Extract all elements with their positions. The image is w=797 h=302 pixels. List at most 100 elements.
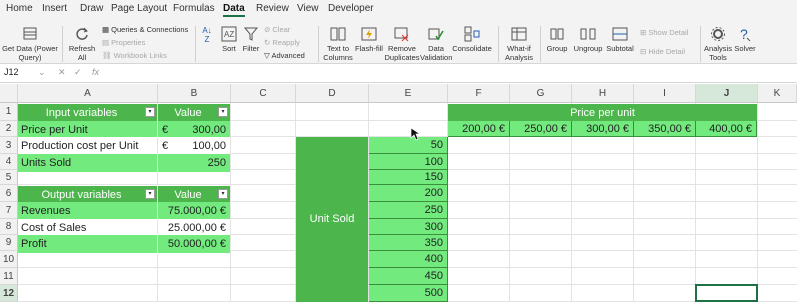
price-per-unit-header[interactable]: Price per unit — [448, 104, 757, 122]
name-box-dropdown-icon[interactable]: ⌄ — [38, 67, 46, 78]
row-header-1[interactable]: 1 — [0, 103, 18, 121]
properties-button[interactable]: ▤ Properties — [102, 38, 145, 47]
input-variables-header[interactable]: Input variables — [18, 104, 157, 122]
row-header-10[interactable]: 10 — [0, 251, 18, 268]
fx-icon[interactable]: fx — [92, 67, 99, 77]
row-header-11[interactable]: 11 — [0, 268, 18, 285]
solver-button[interactable]: ? Solver — [734, 26, 756, 53]
column-header-b[interactable]: B — [158, 84, 231, 103]
remove-duplicates-button[interactable]: Remove Duplicates — [384, 26, 420, 62]
consolidate-button[interactable]: Consolidate — [452, 26, 492, 53]
text-to-columns-button[interactable]: Text to Columns — [322, 26, 354, 62]
select-all-corner[interactable] — [0, 84, 18, 103]
row-header-6[interactable]: 6 — [0, 185, 18, 202]
output-value-cell[interactable]: 75.000,00 € — [158, 202, 230, 220]
queries-connections-button[interactable]: ▦ Queries & Connections — [102, 25, 188, 34]
cancel-icon[interactable]: ✕ — [58, 67, 66, 78]
column-header-e[interactable]: E — [369, 84, 448, 103]
tab-data[interactable]: Data — [223, 3, 245, 17]
output-label-cell[interactable]: Revenues — [18, 202, 157, 220]
unit-sold-label[interactable]: Unit Sold — [296, 137, 368, 302]
confirm-icon[interactable]: ✓ — [74, 67, 82, 78]
input-value-cell[interactable]: € 100,00 — [158, 137, 230, 155]
row-header-8[interactable]: 8 — [0, 219, 18, 235]
selected-cell-j12[interactable] — [695, 284, 758, 302]
filter-dropdown-icon[interactable]: ▾ — [145, 107, 155, 117]
filter-label: Filter — [242, 44, 260, 53]
units-cell[interactable]: 200 — [369, 185, 448, 202]
row-header-2[interactable]: 2 — [0, 121, 18, 137]
tab-view[interactable]: View — [297, 3, 319, 14]
tab-home[interactable]: Home — [6, 3, 33, 14]
tab-draw[interactable]: Draw — [80, 3, 103, 14]
units-cell[interactable]: 50 — [369, 137, 448, 154]
tab-formulas[interactable]: Formulas — [173, 3, 215, 14]
output-label-cell[interactable]: Profit — [18, 235, 157, 253]
row-header-3[interactable]: 3 — [0, 137, 18, 154]
row-header-9[interactable]: 9 — [0, 235, 18, 251]
hide-detail-button[interactable]: ⊟ Hide Detail — [640, 47, 685, 56]
price-cell[interactable]: 350,00 € — [634, 121, 696, 137]
subtotal-button[interactable]: Subtotal — [604, 26, 636, 53]
reapply-button[interactable]: ↻ Reapply — [264, 38, 300, 47]
units-cell[interactable]: 100 — [369, 154, 448, 170]
column-header-k[interactable]: K — [758, 84, 797, 103]
row-header-7[interactable]: 7 — [0, 202, 18, 219]
get-data-button[interactable]: Get Data (Power Query) — [2, 26, 58, 62]
filter-dropdown-icon[interactable]: ▾ — [145, 189, 155, 199]
output-value-cell[interactable]: 50.000,00 € — [158, 235, 230, 253]
sort-button[interactable]: AZ Sort — [218, 26, 240, 53]
mouse-pointer-icon — [410, 127, 420, 141]
column-header-i[interactable]: I — [634, 84, 696, 103]
tab-page-layout[interactable]: Page Layout — [111, 3, 167, 14]
price-cell[interactable]: 400,00 € — [696, 121, 757, 137]
tab-developer[interactable]: Developer — [328, 3, 374, 14]
filter-button[interactable]: Filter — [242, 26, 260, 53]
units-cell[interactable]: 450 — [369, 268, 448, 285]
ribbon-tabs: Home Insert Draw Page Layout Formulas Da… — [0, 0, 797, 20]
data-validation-button[interactable]: Data Validation — [420, 26, 452, 62]
row-header-12[interactable]: 12 — [0, 285, 18, 302]
column-header-d[interactable]: D — [296, 84, 369, 103]
units-cell[interactable]: 150 — [369, 170, 448, 185]
analysis-tools-button[interactable]: Analysis Tools — [703, 26, 733, 62]
output-variables-header-label: Output variables — [41, 189, 122, 201]
tab-review[interactable]: Review — [256, 3, 289, 14]
name-box[interactable]: J12 — [4, 67, 19, 77]
column-header-f[interactable]: F — [448, 84, 510, 103]
input-label-cell[interactable]: Units Sold — [18, 154, 157, 172]
input-label-cell[interactable]: Production cost per Unit — [18, 137, 157, 155]
filter-dropdown-icon[interactable]: ▾ — [218, 107, 228, 117]
row-header-4[interactable]: 4 — [0, 154, 18, 170]
units-cell[interactable]: 350 — [369, 235, 448, 251]
ungroup-button[interactable]: Ungroup — [572, 26, 604, 53]
row-header-5[interactable]: 5 — [0, 170, 18, 185]
units-cell[interactable]: 500 — [369, 285, 448, 302]
advanced-label: Advanced — [271, 51, 305, 60]
price-cell[interactable]: 300,00 € — [572, 121, 634, 137]
sort-az-button[interactable]: A↓ Z — [198, 26, 216, 44]
show-detail-button[interactable]: ⊞ Show Detail — [640, 28, 688, 37]
group-button[interactable]: Group — [544, 26, 570, 53]
advanced-button[interactable]: ▽ Advanced — [264, 51, 305, 60]
input-value-cell[interactable]: 250 — [158, 154, 230, 172]
units-cell[interactable]: 400 — [369, 251, 448, 268]
price-cell[interactable]: 200,00 € — [448, 121, 510, 137]
sort-az-icon: A↓ Z — [202, 26, 212, 44]
column-header-j[interactable]: J — [696, 84, 758, 103]
column-header-h[interactable]: H — [572, 84, 634, 103]
flash-fill-button[interactable]: Flash-fill — [354, 26, 384, 53]
price-cell[interactable]: 250,00 € — [510, 121, 572, 137]
refresh-all-button[interactable]: Refresh All — [66, 26, 98, 62]
filter-dropdown-icon[interactable]: ▾ — [218, 189, 228, 199]
workbook-links-button[interactable]: ⛓ Workbook Links — [102, 51, 167, 60]
units-cell[interactable]: 300 — [369, 219, 448, 235]
units-cell[interactable]: 250 — [369, 202, 448, 219]
what-if-button[interactable]: What-if Analysis — [502, 26, 536, 62]
tab-insert[interactable]: Insert — [42, 3, 67, 14]
column-header-c[interactable]: C — [231, 84, 296, 103]
clear-button[interactable]: ⊘ Clear — [264, 25, 290, 34]
what-if-icon — [511, 27, 527, 41]
column-header-g[interactable]: G — [510, 84, 572, 103]
column-header-a[interactable]: A — [18, 84, 158, 103]
